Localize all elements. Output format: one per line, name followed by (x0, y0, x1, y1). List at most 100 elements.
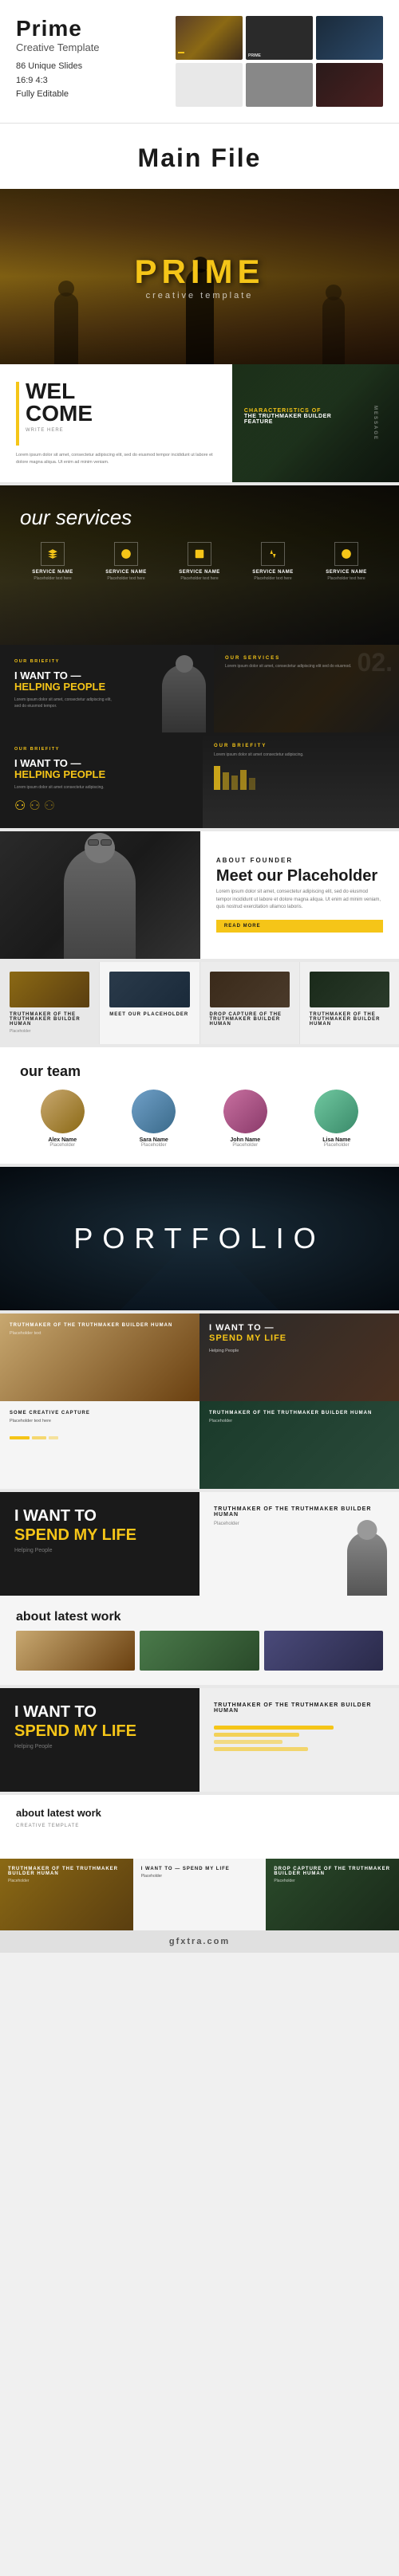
preview-thumb-3 (316, 16, 383, 60)
grid-cell-3: Some creative capture Placeholder text h… (0, 1401, 200, 1489)
latest-item-2 (140, 1631, 259, 1671)
welcome-line1: WEL (26, 380, 93, 402)
founder-section: about founder Meet our Placeholder Lorem… (0, 831, 399, 959)
welcome-subtitle: Write Here (26, 428, 93, 433)
founder-label: about founder (216, 857, 383, 864)
team-member-4: Lisa Name Placeholder (294, 1090, 380, 1148)
service-item-2: Service Name Placeholder text here (93, 542, 159, 582)
human-sub: Placeholder (10, 1029, 89, 1035)
about-bottom-sub: Creative Template (16, 1824, 383, 1828)
forest-panel-label: Characteristics of (244, 408, 387, 414)
service-item-1: Service Name Placeholder text here (20, 542, 85, 582)
service-name-4: Service Name (240, 570, 306, 575)
service-desc-2: Placeholder text here (93, 576, 159, 582)
main-file-banner: Main File (0, 124, 399, 189)
spend-right-label: truthmaker of the truthmaker builder hum… (214, 1506, 385, 1518)
portfolio-title: PORTFOLIO (73, 1222, 325, 1255)
team-member-1: Alex Name Placeholder (20, 1090, 105, 1148)
spec-ratio: 16:9 4:3 (16, 74, 164, 88)
hero-subtitle: creative template (134, 291, 264, 300)
quote-label: OUR BRIEFITY (14, 659, 200, 664)
team-role-1: Placeholder (20, 1143, 105, 1148)
preview-thumb-6 (316, 63, 383, 107)
extra-label: truthmaker of the truthmaker builder hum… (310, 1012, 389, 1027)
latest-work-title: about latest work (16, 1610, 383, 1624)
briefity-2-label: OUR BRIEFITY (214, 744, 388, 748)
welcome-row: WEL COME Write Here Lorem ipsum dolor si… (0, 364, 399, 482)
service-name-5: Service Name (314, 570, 379, 575)
panel-meet: Meet our Placeholder (100, 962, 200, 1045)
preview-thumb-2: PRIME (246, 16, 313, 60)
cell-2-body: Helping People (209, 1348, 389, 1354)
portfolio-banner: PORTFOLIO (0, 1167, 399, 1310)
preview-thumb-1 (176, 16, 243, 60)
team-role-4: Placeholder (294, 1143, 380, 1148)
brand-tagline: Creative Template (16, 41, 164, 53)
header-section: Prime Creative Template 86 Unique Slides… (0, 0, 399, 124)
spend-row-1: I WANT TO SPEND MY LIFE Helping People t… (0, 1492, 399, 1596)
team-name-2: Sara Name (112, 1137, 197, 1143)
service-name-1: Service Name (20, 570, 85, 575)
service-item-3: Service Name Placeholder text here (167, 542, 232, 582)
grid-cell-1: truthmaker of the truthmaker builder hum… (0, 1314, 200, 1401)
spend-slide-2: I WANT TO SPEND MY LIFE Helping People (0, 1688, 200, 1792)
forest-panel: Characteristics of the truthmaker builde… (232, 364, 399, 482)
footer-cell-2: I WANT TO — SPEND MY LIFE Placeholder (133, 1859, 267, 1930)
grid-cell-2: I WANT TO —SPEND MY LIFE Helping People (200, 1314, 399, 1401)
footer-cell-3: Drop capture of the truthmaker builder h… (266, 1859, 399, 1930)
services-panel-right: OUR SERVICES Lorem ipsum dolor sit amet,… (214, 645, 399, 732)
briefity-panel-2: OUR BRIEFITY Lorem ipsum dolor sit amet … (203, 732, 399, 828)
hero-slide: PRIME creative template (0, 189, 399, 364)
spend-right-panel: truthmaker of the truthmaker builder hum… (200, 1492, 399, 1596)
quote-panel-2: OUR BRIEFITY I WANT TO — HELPING PEOPLE … (0, 732, 203, 828)
welcome-panel: WEL COME Write Here Lorem ipsum dolor si… (0, 364, 232, 482)
latest-item-3 (264, 1631, 383, 1671)
fc2-label: I WANT TO — SPEND MY LIFE (141, 1867, 259, 1871)
founder-name: Meet our Placeholder (216, 867, 383, 886)
latest-item-1 (16, 1631, 135, 1671)
grid-2x2-section: truthmaker of the truthmaker builder hum… (0, 1314, 399, 1489)
welcome-line2: COME (26, 402, 93, 425)
quote2-label: OUR BRIEFITY (14, 747, 188, 752)
quote2-line2: HELPING PEOPLE (14, 769, 188, 780)
cell-3-body: Placeholder text here (10, 1418, 190, 1424)
quote2-line1: I WANT TO — (14, 758, 188, 769)
team-role-2: Placeholder (112, 1143, 197, 1148)
quote2-body: Lorem ipsum dolor sit amet consectetur a… (14, 785, 188, 791)
preview-thumb-5 (246, 63, 313, 107)
meet-label: Meet our Placeholder (109, 1012, 189, 1017)
service-desc-4: Placeholder text here (240, 576, 306, 582)
fc3-label: Drop capture of the truthmaker builder h… (274, 1867, 391, 1876)
grid-cell-4: truthmaker of the truthmaker builder hum… (200, 1401, 399, 1489)
human-label: truthmaker of the truthmaker builder hum… (10, 1012, 89, 1027)
about-bottom-title: about latest work (16, 1807, 383, 1819)
founder-bio: Lorem ipsum dolor sit amet, consectetur … (216, 889, 383, 912)
service-desc-5: Placeholder text here (314, 576, 379, 582)
team-section: our team Alex Name Placeholder Sara Name… (0, 1047, 399, 1164)
quote-body: Lorem ipsum dolor sit amet, consectetur … (14, 697, 118, 709)
service-item-5: Service Name Placeholder text here (314, 542, 379, 582)
cell-1-body: Placeholder text (10, 1330, 190, 1337)
quote-panel-left: OUR BRIEFITY I WANT TO — HELPING PEOPLE … (0, 645, 214, 732)
founder-btn[interactable]: Read More (216, 920, 383, 933)
cell-3-label: Some creative capture (10, 1411, 190, 1416)
team-name-3: John Name (203, 1137, 288, 1143)
latest-work-section: about latest work (0, 1596, 399, 1685)
fc1-body: Placeholder (8, 1879, 125, 1885)
cell-1-label: truthmaker of the truthmaker builder hum… (10, 1323, 190, 1328)
service-name-3: Service Name (167, 570, 232, 575)
spend-text-1: I WANT TO SPEND MY LIFE Helping People (14, 1506, 136, 1554)
spend2-right-panel: truthmaker of the truthmaker builder hum… (200, 1688, 399, 1792)
hero-title: PRIME (134, 253, 264, 291)
cell-4-label: truthmaker of the truthmaker builder hum… (209, 1411, 389, 1416)
fc3-body: Placeholder (274, 1879, 391, 1885)
fc1-label: truthmaker of the truthmaker builder hum… (8, 1867, 125, 1876)
team-member-2: Sara Name Placeholder (112, 1090, 197, 1148)
watermark-bar: gfxtra.com (0, 1930, 399, 1953)
our-services-number: 02. (358, 648, 393, 677)
preview-thumb-4 (176, 63, 243, 107)
four-panel-row: truthmaker of the truthmaker builder hum… (0, 962, 399, 1045)
team-name-1: Alex Name (20, 1137, 105, 1143)
forest-panel-sublabel: the truthmaker builder (244, 414, 387, 419)
panel-extra: truthmaker of the truthmaker builder hum… (300, 962, 399, 1045)
